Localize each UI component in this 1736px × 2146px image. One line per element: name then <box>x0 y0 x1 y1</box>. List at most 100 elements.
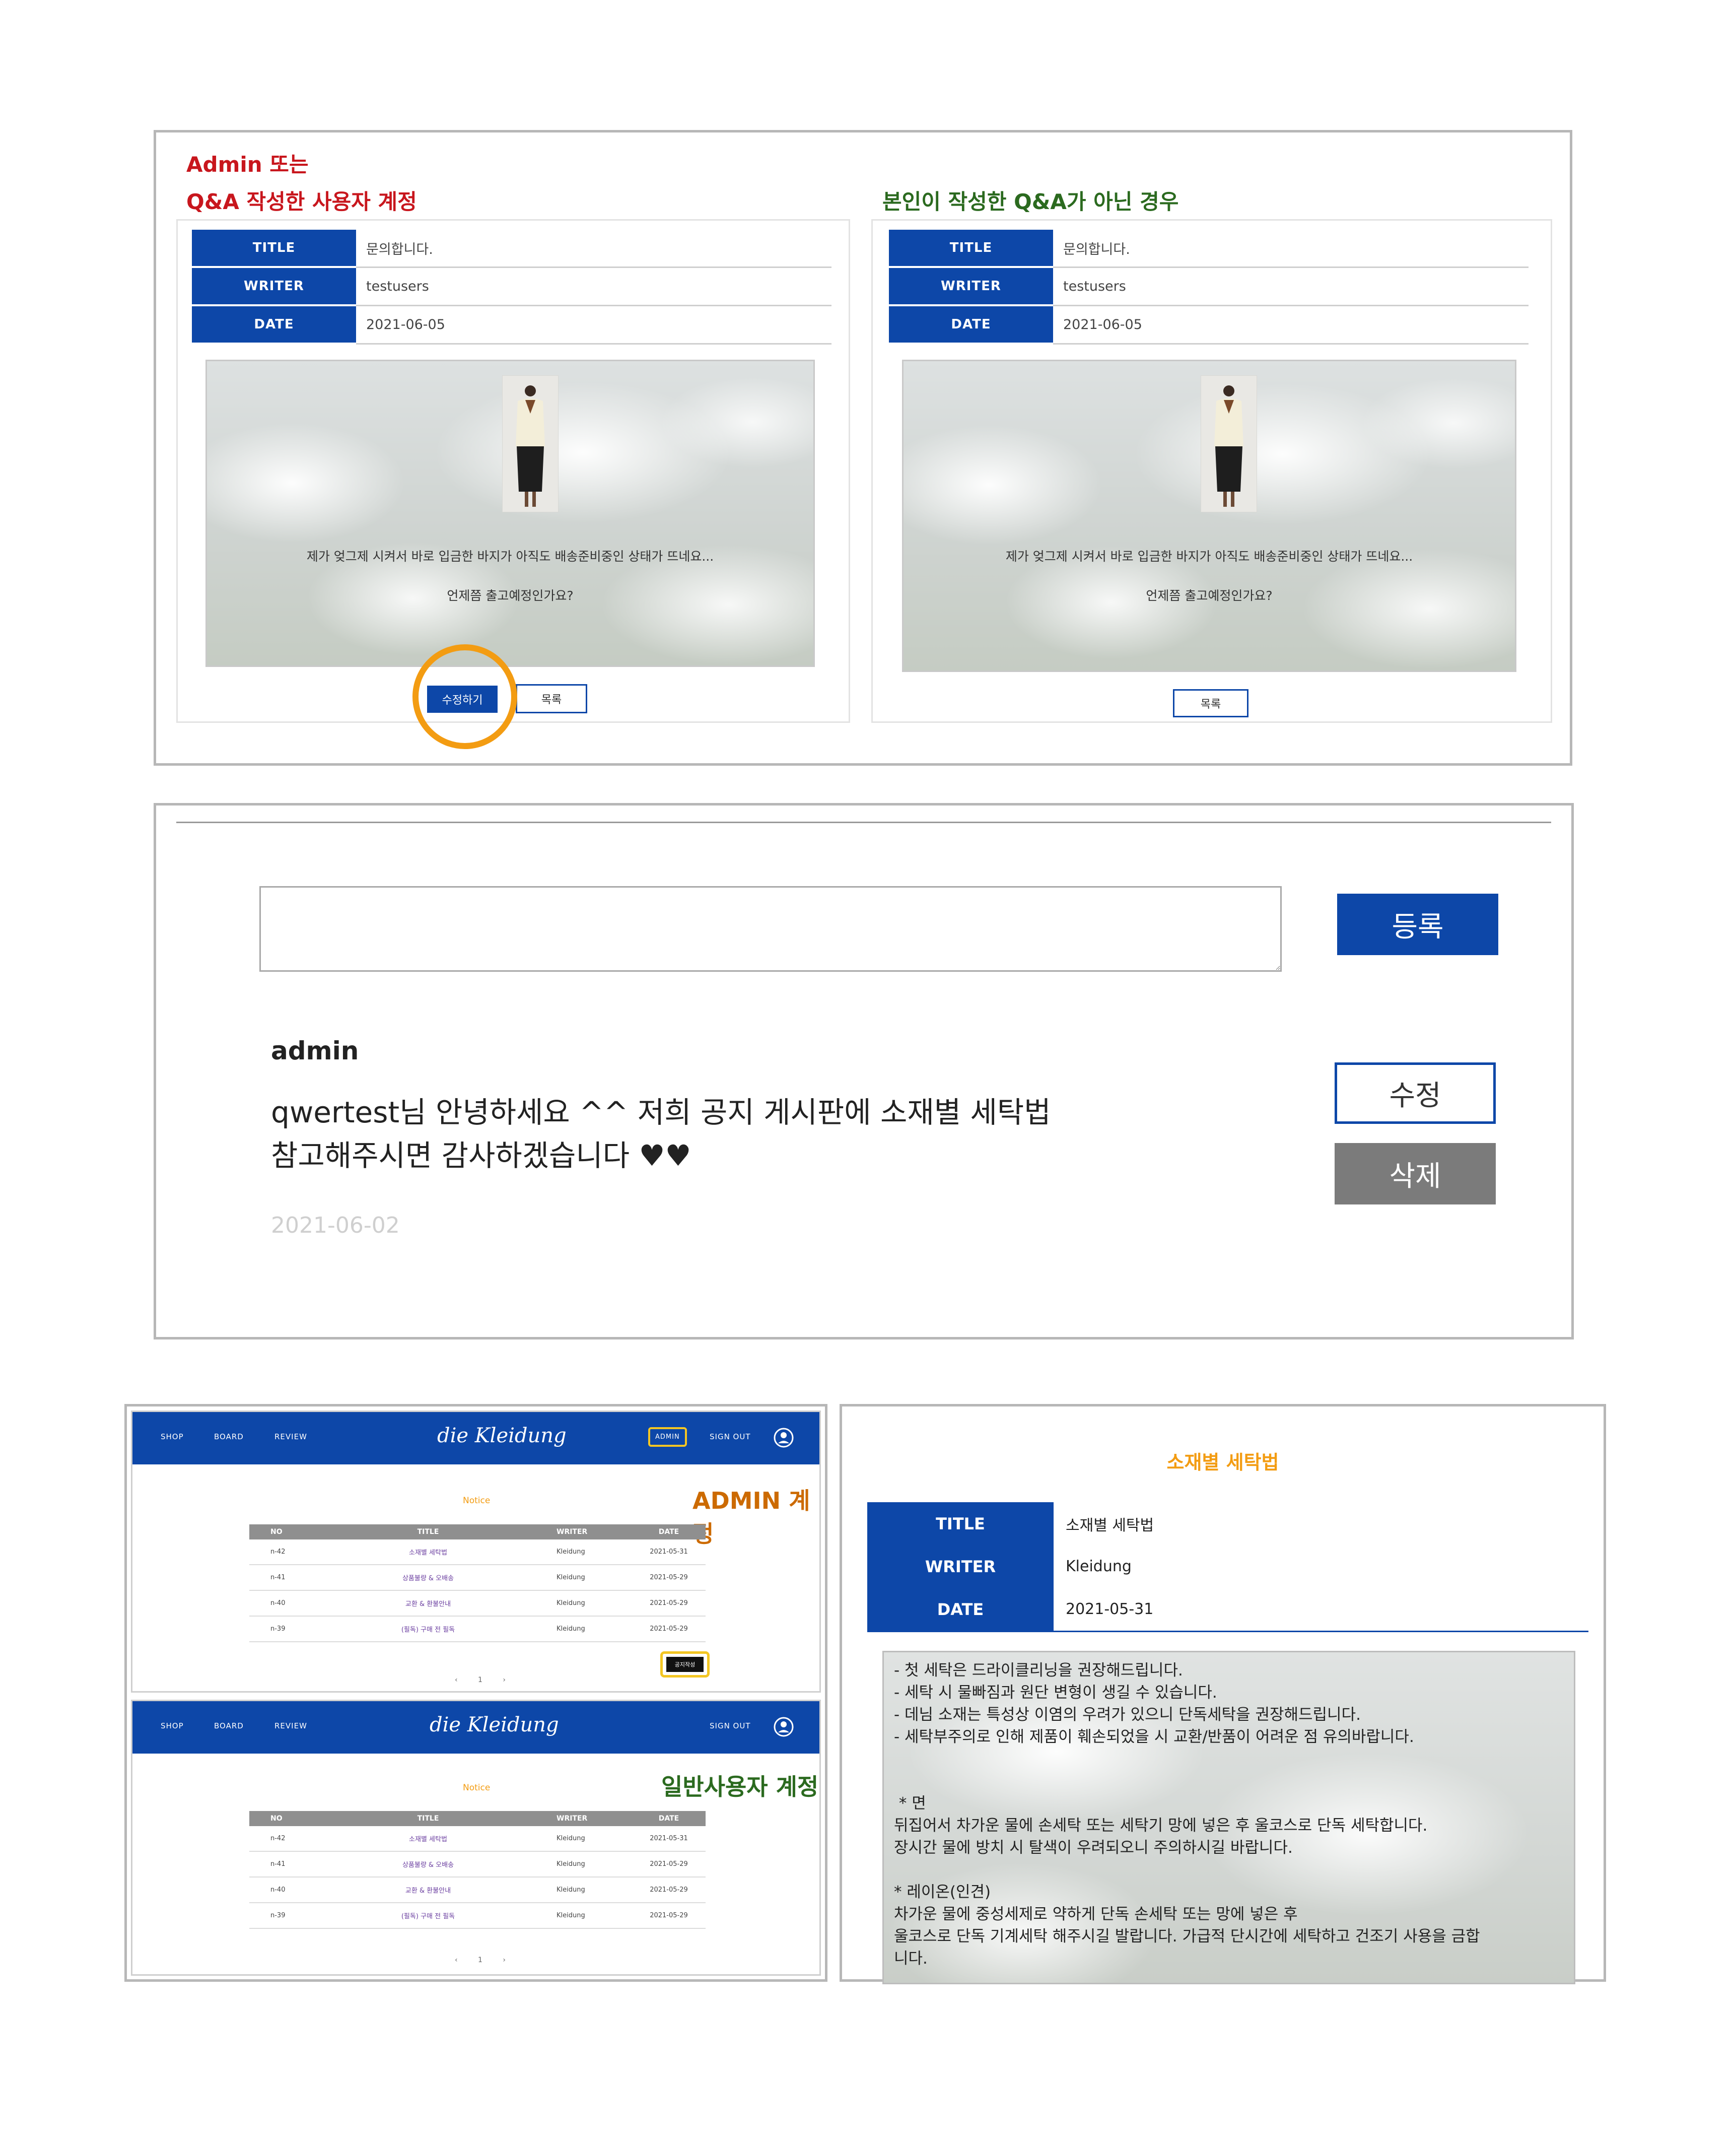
row-title-link[interactable]: (필독) 구매 전 필독 <box>310 1624 546 1634</box>
edit-comment-button[interactable]: 수정 <box>1335 1062 1496 1124</box>
qa-body-line1: 제가 엊그제 시켜서 바로 입금한 바지가 아직도 배송준비중인 상태가 뜨네요… <box>306 549 714 564</box>
notice-writer-value: Kleidung <box>1066 1558 1132 1575</box>
row-date: 2021-05-29 <box>650 1886 688 1894</box>
row-date: 2021-05-29 <box>650 1912 688 1919</box>
list-button[interactable]: 목록 <box>516 684 587 713</box>
qa-card-other-view: TITLE 문의합니다. WRITER testusers DATE 2021-… <box>871 219 1552 723</box>
qa-comparison-panel: Admin 또는 Q&A 작성한 사용자 계정 본인이 작성한 Q&A가 아닌 … <box>154 130 1572 766</box>
notice-body-line: - 첫 세탁은 드라이클리닝을 권장해드립니다. <box>894 1661 1183 1680</box>
table-row[interactable]: n-41 상품불량 & 오배송 Kleidung 2021-05-29 <box>249 1852 706 1877</box>
pagination[interactable]: ‹ 1 › <box>455 1956 515 1964</box>
non-author-label: 본인이 작성한 Q&A가 아닌 경우 <box>882 189 1179 214</box>
row-title-link[interactable]: 교환 & 환불안내 <box>310 1598 546 1608</box>
title-value: 문의합니다. <box>1053 230 1529 268</box>
row-title-link[interactable]: 소재별 세탁법 <box>310 1834 546 1843</box>
write-notice-button[interactable]: 공지작성 <box>666 1657 704 1672</box>
notice-detail-panel: 소재별 세탁법 TITLE 소재별 세탁법 WRITER Kleidung DA… <box>840 1404 1606 1984</box>
row-date: 2021-05-29 <box>650 1574 688 1581</box>
notice-body-line: 차가운 물에 중성세제로 약하게 단독 손세탁 또는 망에 넣은 후 <box>894 1905 1298 1923</box>
row-title-link[interactable]: 상품불량 & 오배송 <box>310 1573 546 1582</box>
nav-board[interactable]: BOARD <box>214 1721 244 1730</box>
notice-table: NO TITLE WRITER DATE n-42 소재별 세탁법 Kleidu… <box>249 1524 706 1642</box>
notice-body-line: * 면 <box>894 1794 926 1813</box>
notice-body-line: 니다. <box>894 1950 928 1968</box>
title-header: TITLE <box>867 1502 1054 1545</box>
nav-shop[interactable]: SHOP <box>161 1721 184 1730</box>
notice-page-title: 소재별 세탁법 <box>1166 1451 1279 1473</box>
row-no: n-42 <box>270 1548 286 1556</box>
notice-section-title: Notice <box>463 1783 491 1793</box>
date-header: DATE <box>192 306 356 345</box>
row-writer: Kleidung <box>557 1625 585 1633</box>
qa-info-table: TITLE 문의합니다. WRITER testusers DATE 2021-… <box>192 230 831 345</box>
list-button[interactable]: 목록 <box>1173 689 1248 717</box>
col-date: DATE <box>658 1528 679 1536</box>
comment-panel: 등록 admin qwertest님 안녕하세요 ^^ 저희 공지 게시판에 소… <box>154 803 1574 1339</box>
row-no: n-41 <box>270 1860 286 1868</box>
col-writer: WRITER <box>557 1815 588 1823</box>
notice-body-line <box>894 1770 1574 1792</box>
comment-date: 2021-06-02 <box>271 1213 400 1238</box>
nav-review[interactable]: REVIEW <box>274 1432 307 1441</box>
notice-section-title: Notice <box>463 1496 491 1506</box>
pagination[interactable]: ‹ 1 › <box>455 1676 515 1684</box>
table-row[interactable]: n-41 상품불량 & 오배송 Kleidung 2021-05-29 <box>249 1565 706 1591</box>
date-value: 2021-06-05 <box>1053 306 1529 345</box>
row-no: n-42 <box>270 1835 286 1842</box>
date-value: 2021-06-05 <box>356 306 831 345</box>
row-writer: Kleidung <box>557 1912 585 1919</box>
table-row[interactable]: n-39 (필독) 구매 전 필독 Kleidung 2021-05-29 <box>249 1617 706 1642</box>
notice-date-value: 2021-05-31 <box>1066 1600 1154 1618</box>
nav-board[interactable]: BOARD <box>214 1432 244 1441</box>
table-row[interactable]: n-42 소재별 세탁법 Kleidung 2021-05-31 <box>249 1826 706 1852</box>
writer-header: WRITER <box>889 268 1053 306</box>
notice-body: - 첫 세탁은 드라이클리닝을 권장해드립니다. - 세탁 시 물빠짐과 원단 … <box>882 1651 1575 1984</box>
notice-title-value: 소재별 세탁법 <box>1066 1516 1154 1534</box>
writer-header: WRITER <box>192 268 356 306</box>
site-header: SHOP BOARD REVIEW die Kleidung SIGN OUT <box>132 1701 819 1754</box>
row-writer: Kleidung <box>557 1548 585 1556</box>
user-profile-icon[interactable] <box>773 1716 794 1737</box>
table-row[interactable]: n-40 교환 & 환불안내 Kleidung 2021-05-29 <box>249 1877 706 1903</box>
user-profile-icon[interactable] <box>773 1427 794 1448</box>
col-date: DATE <box>658 1815 679 1823</box>
row-writer: Kleidung <box>557 1886 585 1894</box>
col-writer: WRITER <box>557 1528 588 1536</box>
user-board-screen: SHOP BOARD REVIEW die Kleidung SIGN OUT … <box>131 1700 821 1976</box>
row-title-link[interactable]: 상품불량 & 오배송 <box>310 1859 546 1869</box>
nav-signout[interactable]: SIGN OUT <box>710 1721 751 1730</box>
board-list-panel: SHOP BOARD REVIEW die Kleidung ADMIN SIG… <box>124 1404 827 1982</box>
row-title-link[interactable]: (필독) 구매 전 필독 <box>310 1911 546 1920</box>
table-row[interactable]: n-39 (필독) 구매 전 필독 Kleidung 2021-05-29 <box>249 1903 706 1929</box>
nav-admin[interactable]: ADMIN <box>648 1427 687 1447</box>
site-logo[interactable]: die Kleidung <box>430 1713 559 1736</box>
row-writer: Kleidung <box>557 1599 585 1607</box>
nav-signout[interactable]: SIGN OUT <box>710 1432 751 1441</box>
comment-input[interactable] <box>259 886 1282 972</box>
site-logo[interactable]: die Kleidung <box>437 1424 567 1447</box>
register-comment-button[interactable]: 등록 <box>1337 894 1498 955</box>
col-no: NO <box>270 1528 283 1536</box>
row-date: 2021-05-29 <box>650 1625 688 1633</box>
admin-account-label: ADMIN 계정 <box>692 1487 810 1548</box>
writer-value: testusers <box>1053 268 1529 306</box>
row-title-link[interactable]: 교환 & 환불안내 <box>310 1885 546 1895</box>
qa-info-table: TITLE 문의합니다. WRITER testusers DATE 2021-… <box>889 230 1529 345</box>
nav-shop[interactable]: SHOP <box>161 1432 184 1441</box>
notice-body-line <box>894 1859 1574 1881</box>
date-header: DATE <box>889 306 1053 345</box>
table-row[interactable]: n-42 소재별 세탁법 Kleidung 2021-05-31 <box>249 1539 706 1565</box>
notice-body-line: 뒤집어서 차가운 물에 손세탁 또는 세탁기 망에 넣은 후 울코스로 단독 세… <box>894 1817 1428 1835</box>
title-header: TITLE <box>192 230 356 268</box>
table-row[interactable]: n-40 교환 & 환불안내 Kleidung 2021-05-29 <box>249 1591 706 1617</box>
notice-info-table: TITLE 소재별 세탁법 WRITER Kleidung DATE 2021-… <box>867 1502 1588 1632</box>
comment-text-line1: qwertest님 안녕하세요 ^^ 저희 공지 게시판에 소재별 세탁법 <box>271 1095 1051 1129</box>
writer-value: testusers <box>356 268 831 306</box>
delete-comment-button[interactable]: 삭제 <box>1335 1143 1496 1204</box>
admin-or-author-label-line2: Q&A 작성한 사용자 계정 <box>186 189 417 214</box>
title-header: TITLE <box>889 230 1053 268</box>
row-no: n-41 <box>270 1574 286 1581</box>
row-no: n-39 <box>270 1912 286 1919</box>
nav-review[interactable]: REVIEW <box>274 1721 307 1730</box>
row-title-link[interactable]: 소재별 세탁법 <box>310 1547 546 1557</box>
